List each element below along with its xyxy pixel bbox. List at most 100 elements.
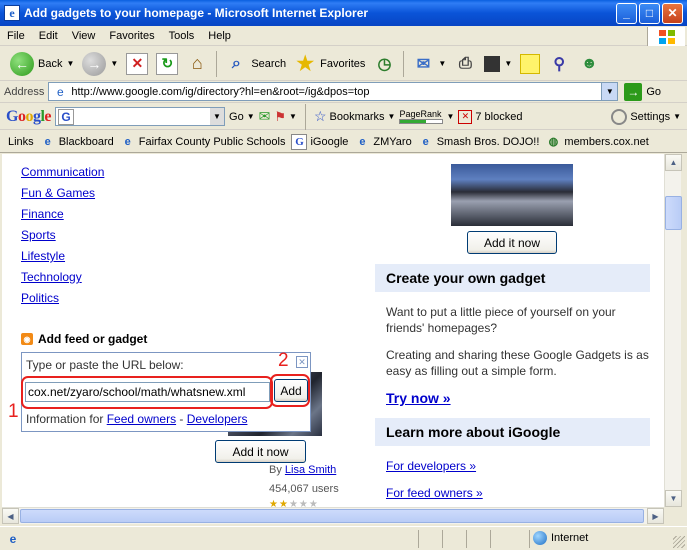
chevron-down-icon[interactable]: ▼: [110, 59, 118, 68]
feed-owners-link[interactable]: Feed owners: [107, 412, 176, 426]
menu-view[interactable]: View: [65, 30, 103, 42]
create-gadget-para1: Want to put a little piece of yourself o…: [386, 305, 616, 335]
chevron-down-icon[interactable]: ▼: [289, 112, 297, 121]
stop-button[interactable]: ✕: [122, 49, 152, 79]
for-feed-owners-link[interactable]: For feed owners »: [386, 486, 483, 500]
category-sports[interactable]: Sports: [21, 228, 56, 242]
home-button[interactable]: ⌂: [182, 49, 212, 79]
stop-icon: ✕: [126, 52, 149, 75]
scroll-up-icon[interactable]: ▲: [665, 154, 682, 171]
try-now-link[interactable]: Try now »: [386, 390, 451, 406]
pagerank-indicator[interactable]: PageRank ▼: [399, 108, 454, 124]
edit-button[interactable]: ▼: [480, 49, 516, 79]
category-finance[interactable]: Finance: [21, 207, 64, 221]
favorites-button[interactable]: ★ Favorites: [290, 49, 369, 79]
chevron-down-icon[interactable]: ▼: [66, 59, 74, 68]
vertical-scrollbar[interactable]: ▲ ▼: [664, 154, 682, 507]
link-label: members.cox.net: [564, 135, 649, 148]
bookmarks-button[interactable]: ☆ Bookmarks ▼: [314, 108, 396, 125]
horizontal-scroll-thumb[interactable]: [20, 509, 644, 523]
link-blackboard[interactable]: e Blackboard: [40, 134, 114, 150]
search-button[interactable]: ⌕ Search: [221, 49, 290, 79]
menu-help[interactable]: Help: [201, 30, 238, 42]
annotation-ring-add: [270, 374, 310, 407]
category-communication[interactable]: Communication: [21, 165, 104, 179]
security-zone[interactable]: Internet: [533, 531, 588, 545]
gmail-button[interactable]: ✉: [259, 108, 271, 125]
back-button[interactable]: ← Back ▼: [6, 49, 78, 79]
chevron-down-icon[interactable]: ▼: [247, 112, 255, 121]
pagerank-label: PageRank: [399, 108, 442, 119]
minimize-button[interactable]: _: [616, 2, 637, 24]
refresh-button[interactable]: ↻: [152, 49, 182, 79]
category-fun-games[interactable]: Fun & Games: [21, 186, 95, 200]
chevron-down-icon[interactable]: ▼: [210, 108, 225, 125]
add-it-now-button-left[interactable]: Add it now: [215, 440, 306, 463]
scroll-down-icon[interactable]: ▼: [665, 490, 682, 507]
popup-blocker[interactable]: ✕ 7 blocked: [458, 109, 522, 124]
link-igoogle[interactable]: GiGoogle: [291, 133, 348, 150]
google-toolbar: Google G ▼ Go ▼ ✉ ⚑ ▼ ☆ Bookmarks ▼ Page…: [0, 103, 687, 130]
translate-button[interactable]: ⚑ ▼: [274, 109, 297, 125]
history-button[interactable]: ◷: [369, 49, 399, 79]
chevron-down-icon[interactable]: ▼: [673, 112, 681, 121]
author-link[interactable]: Lisa Smith: [285, 464, 336, 476]
mail-button[interactable]: ✉ ▼: [408, 49, 450, 79]
title-bar: e Add gadgets to your homepage - Microso…: [0, 0, 687, 26]
messenger-button[interactable]: ☻: [574, 49, 604, 79]
status-divider: [466, 530, 467, 548]
menu-file[interactable]: File: [0, 30, 32, 42]
chevron-down-icon[interactable]: ▼: [601, 83, 618, 100]
category-lifestyle[interactable]: Lifestyle: [21, 249, 65, 263]
settings-button[interactable]: Settings ▼: [611, 108, 681, 125]
scroll-left-icon[interactable]: ◀: [2, 508, 19, 524]
chevron-down-icon[interactable]: ▼: [388, 112, 396, 121]
menu-tools[interactable]: Tools: [162, 30, 202, 42]
learn-more-heading: Learn more about iGoogle: [375, 418, 650, 446]
vertical-scroll-thumb[interactable]: [665, 196, 682, 230]
close-icon[interactable]: ✕: [296, 356, 308, 368]
info-prefix: Information for: [26, 412, 107, 426]
scroll-right-icon[interactable]: ▶: [647, 508, 664, 524]
for-developers-link[interactable]: For developers »: [386, 459, 476, 473]
notes-button[interactable]: [516, 49, 544, 79]
add-feed-heading: ◉ Add feed or gadget: [21, 332, 147, 346]
research-button[interactable]: ⚲: [544, 49, 574, 79]
chevron-down-icon[interactable]: ▼: [446, 112, 454, 121]
resize-grip[interactable]: [673, 536, 685, 548]
maximize-button[interactable]: □: [639, 2, 660, 24]
google-search-input[interactable]: G ▼: [55, 107, 226, 126]
forward-button[interactable]: → ▼: [78, 49, 122, 79]
menu-favorites[interactable]: Favorites: [102, 30, 161, 42]
link-fairfax[interactable]: e Fairfax County Public Schools: [120, 134, 286, 150]
menu-edit[interactable]: Edit: [32, 30, 65, 42]
link-label: Smash Bros. DOJO!!: [436, 135, 540, 148]
ie-page-icon: e: [9, 531, 17, 546]
go-button[interactable]: → Go: [624, 82, 661, 101]
address-label: Address: [4, 85, 45, 98]
link-zmyaro[interactable]: e ZMYaro: [354, 134, 411, 150]
toolbar-separator: [216, 50, 218, 77]
gadget-thumbnail-right[interactable]: [451, 164, 573, 226]
add-it-now-button-right[interactable]: Add it now: [467, 231, 557, 254]
link-cox[interactable]: ◍ members.cox.net: [545, 134, 649, 150]
close-button[interactable]: ✕: [662, 2, 683, 24]
category-technology[interactable]: Technology: [21, 270, 82, 284]
print-button[interactable]: ⎙: [450, 49, 480, 79]
chevron-down-icon[interactable]: ▼: [504, 59, 512, 68]
back-label: Back: [38, 57, 63, 70]
category-politics[interactable]: Politics: [21, 291, 59, 305]
messenger-icon: ☻: [580, 54, 598, 72]
chevron-down-icon[interactable]: ▼: [438, 59, 446, 68]
google-g-icon: G: [58, 108, 75, 125]
link-smash-bros[interactable]: e Smash Bros. DOJO!!: [418, 134, 540, 150]
address-input[interactable]: e http://www.google.com/ig/directory?hl=…: [48, 82, 619, 101]
mail-icon: ✉: [416, 55, 431, 73]
zone-label: Internet: [551, 532, 589, 544]
horizontal-scrollbar[interactable]: ◀ ▶: [2, 507, 664, 524]
research-icon: ⚲: [553, 55, 566, 73]
google-logo[interactable]: Google: [6, 108, 51, 126]
google-go-button[interactable]: Go ▼: [229, 111, 255, 123]
developers-link[interactable]: Developers: [187, 412, 248, 426]
by-label: By: [269, 464, 285, 476]
